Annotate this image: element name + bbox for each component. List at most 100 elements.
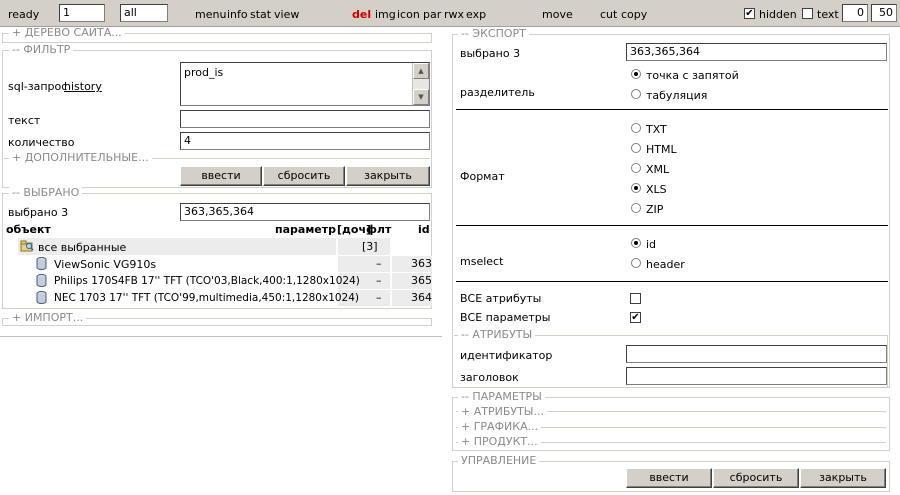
mselect-header-radio[interactable] (631, 258, 641, 268)
range-from-input[interactable]: 0 (842, 4, 868, 22)
control-legend: УПРАВЛЕНИЕ (458, 455, 540, 467)
format-label: Формат (460, 170, 505, 183)
format-html-radio[interactable] (631, 143, 641, 153)
col-header-object: объект (6, 223, 51, 236)
exp-link[interactable]: exp (466, 8, 486, 21)
separator-semicolon-label[interactable]: точка с запятой (646, 69, 739, 82)
scroll-up-icon[interactable]: ▲ (413, 63, 429, 79)
text-checkbox[interactable] (802, 8, 813, 19)
stat-link[interactable]: stat (250, 8, 271, 21)
separator-semicolon-radio[interactable] (631, 69, 641, 79)
range-to-input[interactable]: 50 (871, 4, 897, 22)
format-xls-label[interactable]: XLS (646, 183, 667, 196)
database-icon (36, 274, 47, 287)
text-filter-input[interactable] (180, 110, 430, 128)
history-link[interactable]: history (64, 80, 102, 93)
col-header-param: параметр (275, 223, 337, 236)
sql-label: sql-запрос (8, 80, 68, 93)
all-attrs-checkbox[interactable] (630, 293, 641, 304)
view-link[interactable]: view (274, 8, 299, 21)
all-attrs-label: ВСЕ атрибуты (460, 292, 542, 305)
hidden-checkbox[interactable]: ✔ (744, 8, 755, 19)
import-legend[interactable]: + ИМПОРТ... (9, 312, 87, 324)
params-legend[interactable]: -- ПАРАМЕТРЫ (458, 391, 545, 403)
selected-legend[interactable]: -- ВЫБРАНО (9, 187, 83, 199)
filter-reset-button[interactable]: сбросить (263, 166, 345, 186)
table-row-id: 365 (411, 274, 432, 287)
divider (456, 281, 888, 282)
col-header-flt: флт (366, 223, 392, 236)
format-txt-radio[interactable] (631, 123, 641, 133)
site-tree-legend[interactable]: + ДЕРЕВО САЙТА... (9, 27, 125, 39)
table-row-id: 363 (411, 257, 432, 270)
table-row-flt: – (376, 291, 382, 304)
copy-link[interactable]: copy (621, 8, 647, 21)
sql-textarea-value: prod_is (184, 66, 224, 79)
export-selected-label: выбрано 3 (460, 47, 521, 60)
format-xml-radio[interactable] (631, 163, 641, 173)
table-row-name[interactable]: ViewSonic VG910s (54, 258, 156, 271)
table-row-param-cell (338, 256, 390, 272)
export-reset-button[interactable]: сбросить (713, 468, 799, 488)
mselect-header-label[interactable]: header (646, 258, 685, 271)
table-row-name[interactable]: NEC 1703 17'' TFT (TCO'99,multimedia,450… (54, 292, 359, 304)
title-input[interactable] (626, 367, 887, 385)
export-legend[interactable]: -- ЭКСПОРТ (458, 28, 529, 40)
mselect-id-radio[interactable] (631, 238, 641, 248)
scroll-down-icon[interactable]: ▼ (413, 89, 429, 105)
filter-select[interactable]: all (120, 4, 168, 22)
filter-legend[interactable]: -- ФИЛЬТР (9, 44, 74, 56)
move-link[interactable]: move (542, 8, 573, 21)
all-params-checkbox[interactable]: ✔ (630, 312, 641, 323)
database-icon (36, 291, 47, 304)
mselect-id-label[interactable]: id (646, 238, 656, 251)
export-close-button[interactable]: закрыть (800, 468, 886, 488)
format-zip-radio[interactable] (631, 203, 641, 213)
count-label: количество (8, 136, 75, 149)
table-row-flt: – (376, 274, 382, 287)
page-input[interactable]: 1 (59, 4, 105, 22)
divider (456, 109, 888, 110)
selected-ids-input[interactable]: 363,365,364 (180, 203, 430, 221)
cut-link[interactable]: cut (600, 8, 617, 21)
all-params-label: ВСЕ параметры (460, 311, 551, 324)
format-txt-label[interactable]: TXT (646, 123, 667, 136)
separator-tab-radio[interactable] (631, 89, 641, 99)
all-selected-doc: [3] (362, 240, 378, 253)
hidden-label: hidden (759, 8, 797, 21)
menu-link[interactable]: menu (195, 8, 226, 21)
text-filter-label: текст (8, 114, 41, 127)
attrs-legend[interactable]: -- АТРИБУТЫ (458, 329, 536, 341)
extra-legend[interactable]: + ДОПОЛНИТЕЛЬНЫЕ... (9, 152, 152, 164)
folder-search-icon (20, 240, 34, 252)
graphics-legend[interactable]: + ГРАФИКА... (458, 421, 542, 433)
filter-submit-button[interactable]: ввести (180, 166, 262, 186)
format-html-label[interactable]: HTML (646, 143, 677, 156)
table-row-name[interactable]: Philips 170S4FB 17'' TFT (TCO'03,Black,4… (54, 275, 360, 287)
export-submit-button[interactable]: ввести (626, 468, 712, 488)
sql-textarea[interactable]: prod_is ▲ ▼ (180, 62, 430, 106)
export-selected-input[interactable]: 363,365,364 (626, 43, 887, 61)
format-xml-label[interactable]: XML (646, 163, 669, 176)
attributes-legend[interactable]: + АТРИБУТЫ... (458, 406, 547, 418)
separator-label: разделитель (460, 86, 535, 99)
status-text: ready (8, 8, 40, 21)
title-label: заголовок (460, 371, 519, 384)
del-link[interactable]: del (352, 8, 371, 21)
icon-link[interactable]: icon (397, 8, 420, 21)
all-selected-label[interactable]: все выбранные (38, 241, 126, 254)
database-icon (36, 257, 47, 270)
img-link[interactable]: img (375, 8, 396, 21)
scrollbar[interactable]: ▲ ▼ (412, 63, 429, 105)
count-input[interactable]: 4 (180, 132, 430, 150)
product-legend[interactable]: + ПРОДУКТ... (458, 436, 541, 448)
divider (456, 225, 888, 226)
rwx-link[interactable]: rwx (444, 8, 464, 21)
par-link[interactable]: par (423, 8, 441, 21)
info-link[interactable]: info (227, 8, 248, 21)
format-zip-label[interactable]: ZIP (646, 203, 663, 216)
format-xls-radio[interactable] (631, 183, 641, 193)
separator-tab-label[interactable]: табуляция (646, 89, 707, 102)
filter-close-button[interactable]: закрыть (346, 166, 430, 186)
identifier-input[interactable] (626, 345, 887, 363)
